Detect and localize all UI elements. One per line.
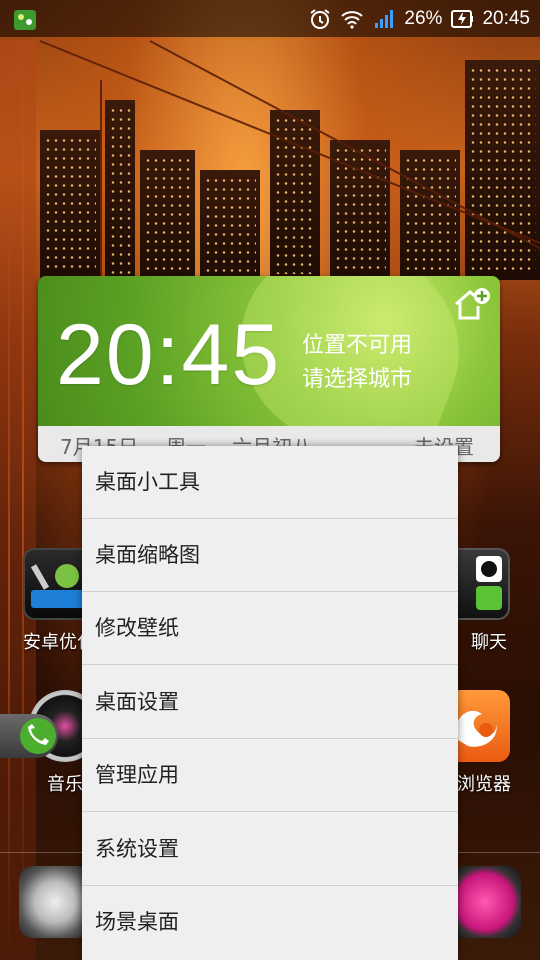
menu-item-system-settings[interactable]: 系统设置 bbox=[82, 813, 458, 886]
e-app-icon bbox=[449, 866, 521, 938]
battery-percent: 26% bbox=[404, 7, 443, 29]
menu-item-manage-apps[interactable]: 管理应用 bbox=[82, 739, 458, 812]
location-unavailable-text: 位置不可用 bbox=[302, 333, 413, 358]
status-time: 20:45 bbox=[482, 7, 530, 29]
app-label: 聊天 bbox=[471, 632, 507, 653]
add-home-icon[interactable] bbox=[452, 286, 492, 322]
desktop-context-menu: 桌面小工具 桌面缩略图 修改壁纸 桌面设置 管理应用 系统设置 场景桌面 bbox=[82, 446, 458, 960]
clock-weather-widget[interactable]: 20:45 位置不可用 请选择城市 7月15日 周一 六月初八 未设置 bbox=[38, 276, 500, 462]
alarm-icon bbox=[308, 7, 332, 31]
app-notification-icon bbox=[12, 6, 38, 32]
battery-charging-icon bbox=[450, 7, 474, 31]
wifi-icon bbox=[340, 7, 364, 31]
menu-item-scene-desktop[interactable]: 场景桌面 bbox=[82, 886, 458, 959]
select-city-link[interactable]: 请选择城市 bbox=[302, 361, 412, 393]
status-bar: 26% 20:45 bbox=[0, 0, 540, 37]
menu-item-desktop-thumbnails[interactable]: 桌面缩略图 bbox=[82, 519, 458, 592]
quick-call-tab[interactable] bbox=[0, 714, 58, 758]
widget-clock-time: 20:45 bbox=[56, 307, 282, 403]
menu-item-desktop-settings[interactable]: 桌面设置 bbox=[82, 666, 458, 739]
signal-icon bbox=[372, 7, 396, 31]
menu-item-widgets[interactable]: 桌面小工具 bbox=[82, 446, 458, 519]
menu-item-change-wallpaper[interactable]: 修改壁纸 bbox=[82, 592, 458, 665]
phone-icon bbox=[20, 718, 56, 754]
rotary-phone-icon bbox=[19, 866, 91, 938]
